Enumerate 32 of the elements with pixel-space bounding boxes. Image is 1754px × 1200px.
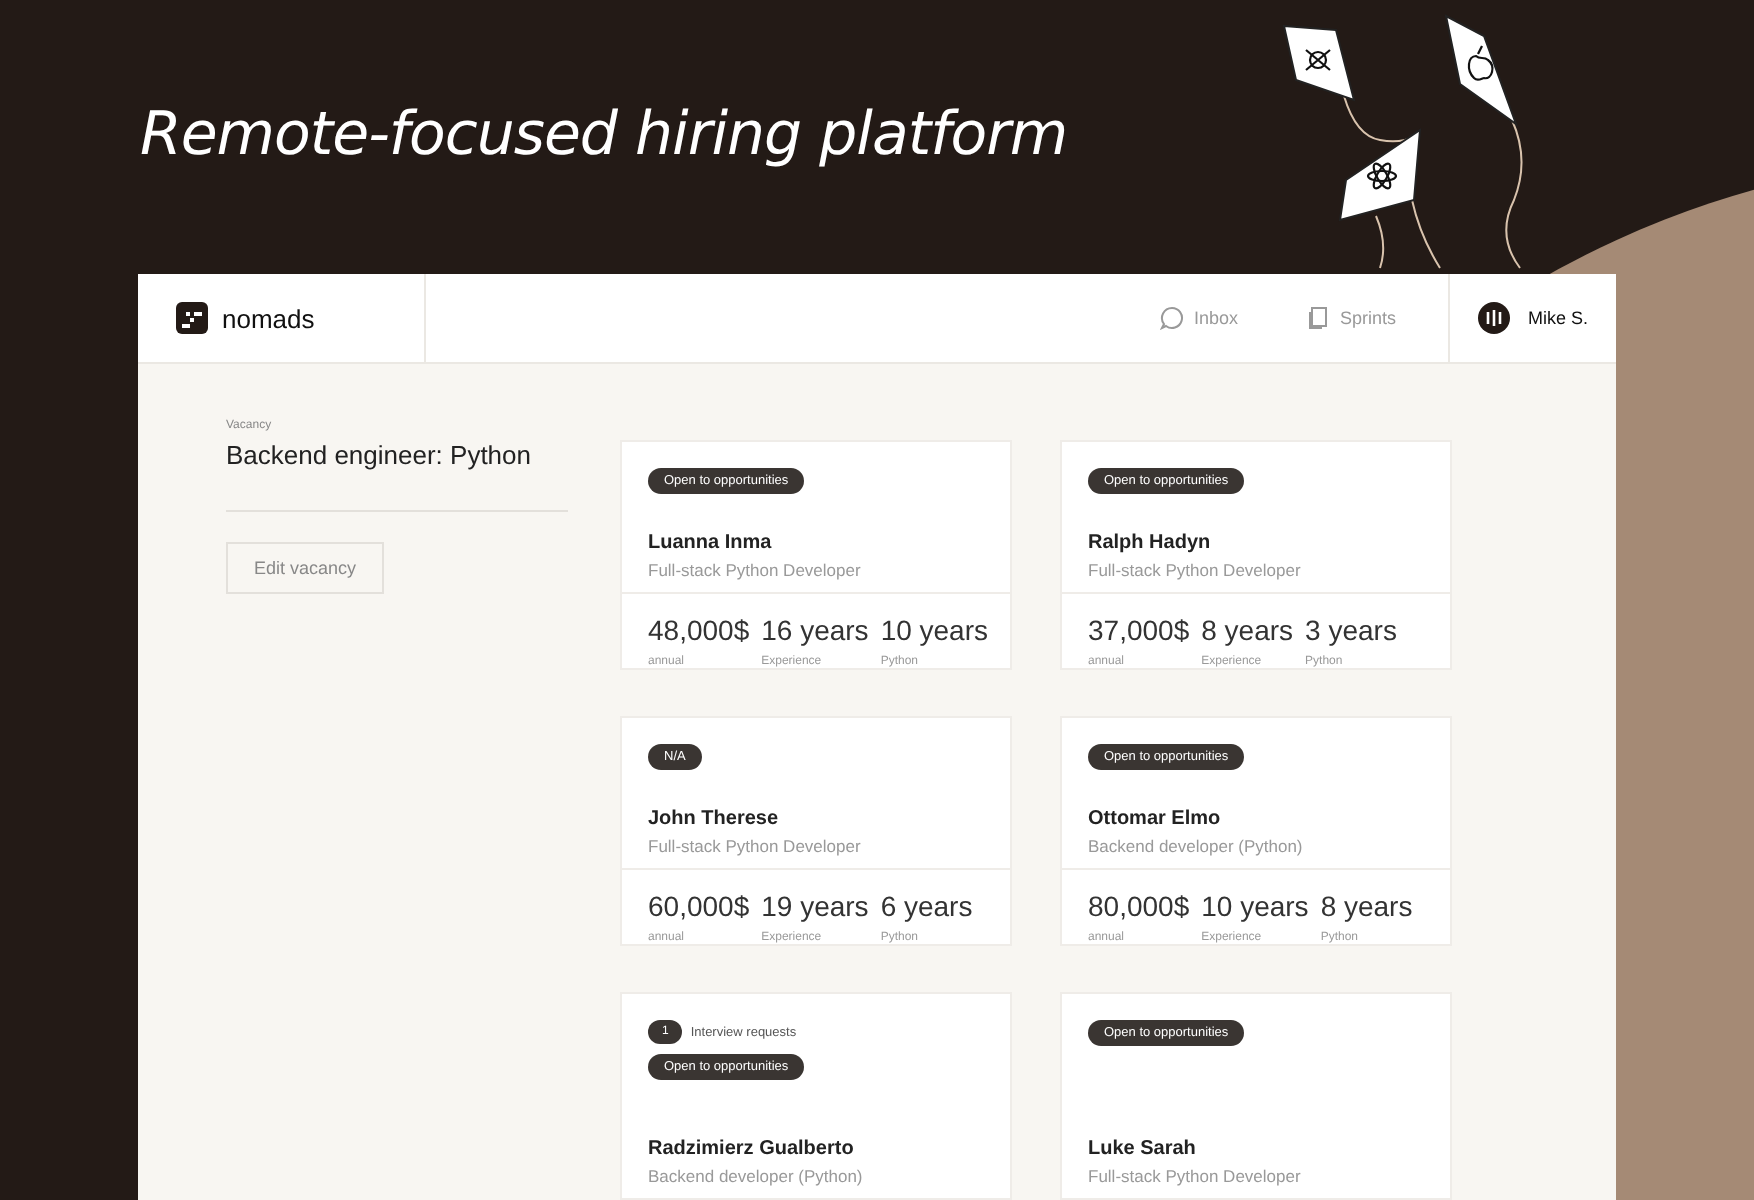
avatar-icon — [1477, 302, 1510, 334]
candidate-name: John Therese — [648, 808, 781, 830]
candidate-role: Full-stack Python Developer — [648, 560, 863, 580]
stat-value: 6 years — [880, 890, 973, 922]
candidate-role: Backend developer (Python) — [1088, 836, 1305, 856]
candidate-name: Luke Sarah — [1088, 1138, 1198, 1160]
headline: Remote-focused hiring platform — [140, 98, 1068, 174]
candidate-role: Full-stack Python Developer — [648, 836, 863, 856]
stat-value: 80,000$ — [1088, 890, 1190, 922]
candidate-name: Ralph Hadyn — [1088, 532, 1213, 554]
brand-name: nomads — [222, 303, 315, 333]
stat-value: 48,000$ — [648, 614, 750, 646]
candidate-role: Full-stack Python Developer — [1088, 560, 1303, 580]
stat-value: 10 years — [880, 614, 989, 646]
stat-value: 37,000$ — [1088, 614, 1190, 646]
candidate-name: Ottomar Elmo — [1088, 808, 1223, 830]
logo-icon — [176, 302, 208, 334]
stat-value: 8 years — [1320, 890, 1413, 922]
stat-value: 8 years — [1201, 614, 1294, 646]
vacancy-title: Backend engineer: Python — [226, 440, 533, 470]
user-name[interactable]: Mike S. — [1527, 308, 1588, 328]
stat-value: 60,000$ — [648, 890, 750, 922]
stat-value: 3 years — [1305, 614, 1397, 646]
candidate-role: Backend developer (Python) — [648, 1166, 865, 1186]
pages-icon — [1305, 306, 1330, 330]
candidate-role: Full-stack Python Developer — [1088, 1166, 1303, 1186]
candidate-name: Luanna Inma — [648, 532, 774, 554]
stat-value: 19 years — [761, 890, 869, 922]
candidate-name: Radzimierz Gualberto — [648, 1138, 856, 1160]
stat-value: 10 years — [1201, 890, 1309, 922]
stat-value: 16 years — [761, 614, 869, 646]
chat-icon — [1159, 306, 1184, 330]
